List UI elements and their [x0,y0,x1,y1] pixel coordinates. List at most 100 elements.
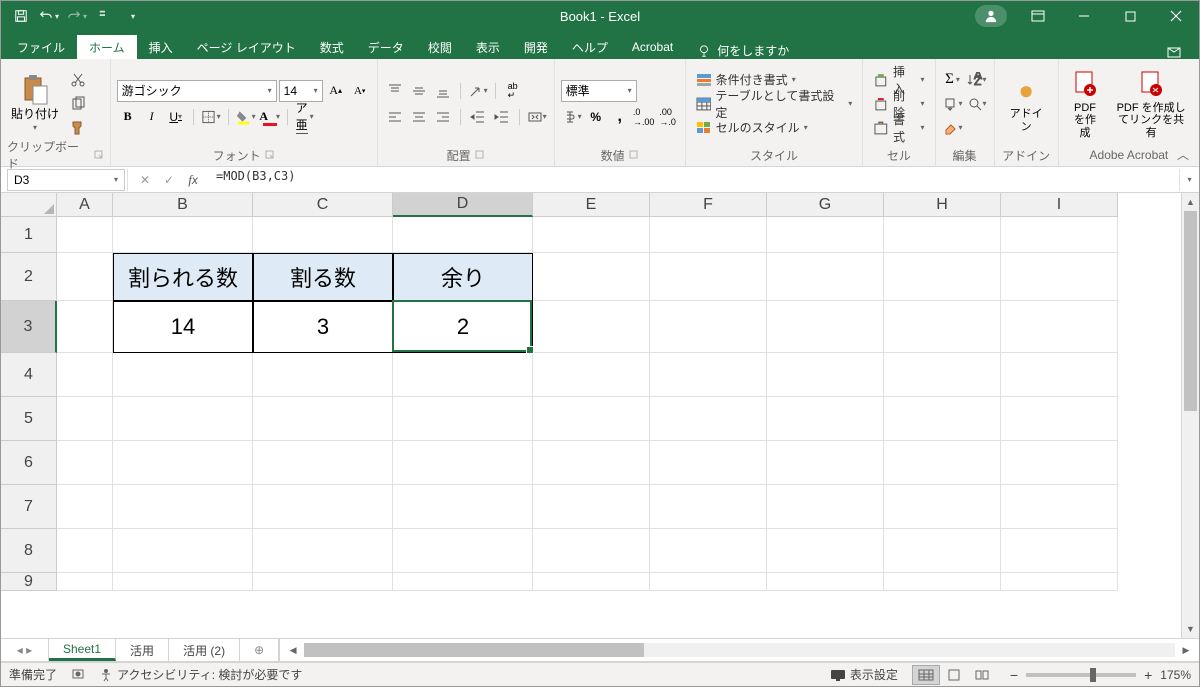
row-header-2[interactable]: 2 [1,253,57,301]
cell-A1[interactable] [57,217,113,253]
hscroll-thumb[interactable] [304,643,644,657]
cell-A9[interactable] [57,573,113,591]
row-header-8[interactable]: 8 [1,529,57,573]
cancel-formula-button[interactable]: ✕ [134,170,156,190]
format-painter-button[interactable] [67,117,89,139]
cell-C3[interactable]: 3 [253,301,393,353]
row-header-1[interactable]: 1 [1,217,57,253]
col-header-A[interactable]: A [57,193,113,217]
cell-B6[interactable] [113,441,253,485]
increase-decimal-button[interactable]: .0→.00 [633,106,655,128]
cell-A7[interactable] [57,485,113,529]
cell-D2[interactable]: 余り [393,253,533,301]
cell-H8[interactable] [884,529,1001,573]
expand-formula-button[interactable]: ▾ [1179,169,1199,191]
cell-F1[interactable] [650,217,767,253]
row-header-9[interactable]: 9 [1,573,57,591]
col-header-G[interactable]: G [767,193,884,217]
merge-button[interactable]: ▾ [526,106,548,128]
copy-button[interactable] [67,93,89,115]
tab-データ[interactable]: データ [356,35,416,59]
new-sheet-button[interactable]: ⊕ [240,639,279,661]
cell-A3[interactable] [57,301,113,353]
increase-indent-button[interactable] [491,106,513,128]
enter-formula-button[interactable]: ✓ [158,170,180,190]
cell-A4[interactable] [57,353,113,397]
font-color-button[interactable]: A▾ [259,106,281,128]
bold-button[interactable]: B [117,106,139,128]
page-layout-view-button[interactable] [940,665,968,685]
align-right-button[interactable] [432,106,454,128]
tab-校閲[interactable]: 校閲 [416,35,464,59]
align-center-button[interactable] [408,106,430,128]
cells-area[interactable]: 割られる数割る数余り1432 [57,217,1118,638]
col-header-H[interactable]: H [884,193,1001,217]
undo-button[interactable]: ▾ [37,4,61,28]
cell-D5[interactable] [393,397,533,441]
cell-D6[interactable] [393,441,533,485]
cell-E6[interactable] [533,441,650,485]
col-header-I[interactable]: I [1001,193,1118,217]
cell-E2[interactable] [533,253,650,301]
pdf-create-button[interactable]: PDF を作成 [1065,66,1105,140]
col-header-D[interactable]: D [393,193,533,217]
clear-button[interactable]: ▾ [942,117,964,139]
cell-E3[interactable] [533,301,650,353]
cell-F9[interactable] [650,573,767,591]
cell-F2[interactable] [650,253,767,301]
tab-ヘルプ[interactable]: ヘルプ [560,35,620,59]
cell-H7[interactable] [884,485,1001,529]
borders-button[interactable]: ▾ [200,106,222,128]
find-button[interactable]: ▾ [966,93,988,115]
horizontal-scrollbar[interactable]: ◀ ▶ [279,639,1199,661]
cell-G5[interactable] [767,397,884,441]
cell-B1[interactable] [113,217,253,253]
cell-D8[interactable] [393,529,533,573]
cell-B8[interactable] [113,529,253,573]
scroll-left-button[interactable]: ◀ [284,645,302,656]
addin-button[interactable]: ● アドイン [1001,72,1052,134]
col-header-E[interactable]: E [533,193,650,217]
cell-A5[interactable] [57,397,113,441]
tab-ページ レイアウト[interactable]: ページ レイアウト [185,35,308,59]
tab-表示[interactable]: 表示 [464,35,512,59]
pdf-share-button[interactable]: PDF を作成し てリンクを共有 [1109,66,1193,140]
page-break-view-button[interactable] [968,665,996,685]
scroll-down-button[interactable]: ▼ [1182,620,1199,638]
redo-button[interactable]: ▾ [65,4,89,28]
wrap-text-button[interactable]: ab↵ [502,80,524,102]
maximize-button[interactable] [1107,1,1153,31]
cell-C2[interactable]: 割る数 [253,253,393,301]
formula-input[interactable]: =MOD(B3,C3) [210,169,1179,191]
tab-挿入[interactable]: 挿入 [137,35,185,59]
align-bottom-button[interactable] [432,80,454,102]
cell-C9[interactable] [253,573,393,591]
cell-C4[interactable] [253,353,393,397]
orientation-button[interactable]: ▾ [467,80,489,102]
cell-H1[interactable] [884,217,1001,253]
save-button[interactable] [9,4,33,28]
number-format-select[interactable]: 標準▾ [561,80,637,102]
zoom-level[interactable]: 175% [1160,668,1191,682]
decrease-font-button[interactable]: A▾ [349,80,371,102]
tell-me[interactable]: 何をしますか [685,42,801,59]
tab-ホーム[interactable]: ホーム [77,35,137,59]
tab-数式[interactable]: 数式 [308,35,356,59]
cell-G7[interactable] [767,485,884,529]
cell-B2[interactable]: 割られる数 [113,253,253,301]
cell-E5[interactable] [533,397,650,441]
fill-color-button[interactable]: ▾ [235,106,257,128]
font-name-select[interactable]: 游ゴシック▾ [117,80,277,102]
cell-G9[interactable] [767,573,884,591]
cell-I3[interactable] [1001,301,1118,353]
align-middle-button[interactable] [408,80,430,102]
cell-G4[interactable] [767,353,884,397]
underline-button[interactable]: U ▾ [165,106,187,128]
user-account[interactable] [975,5,1007,27]
format-as-table-button[interactable]: テーブルとして書式設定 ▾ [692,93,857,115]
collapse-ribbon-button[interactable]: ︿ [1173,146,1193,162]
accessibility-status[interactable]: アクセシビリティ: 検討が必要です [99,666,302,683]
cell-E8[interactable] [533,529,650,573]
cell-F5[interactable] [650,397,767,441]
share-button[interactable] [1155,45,1195,59]
